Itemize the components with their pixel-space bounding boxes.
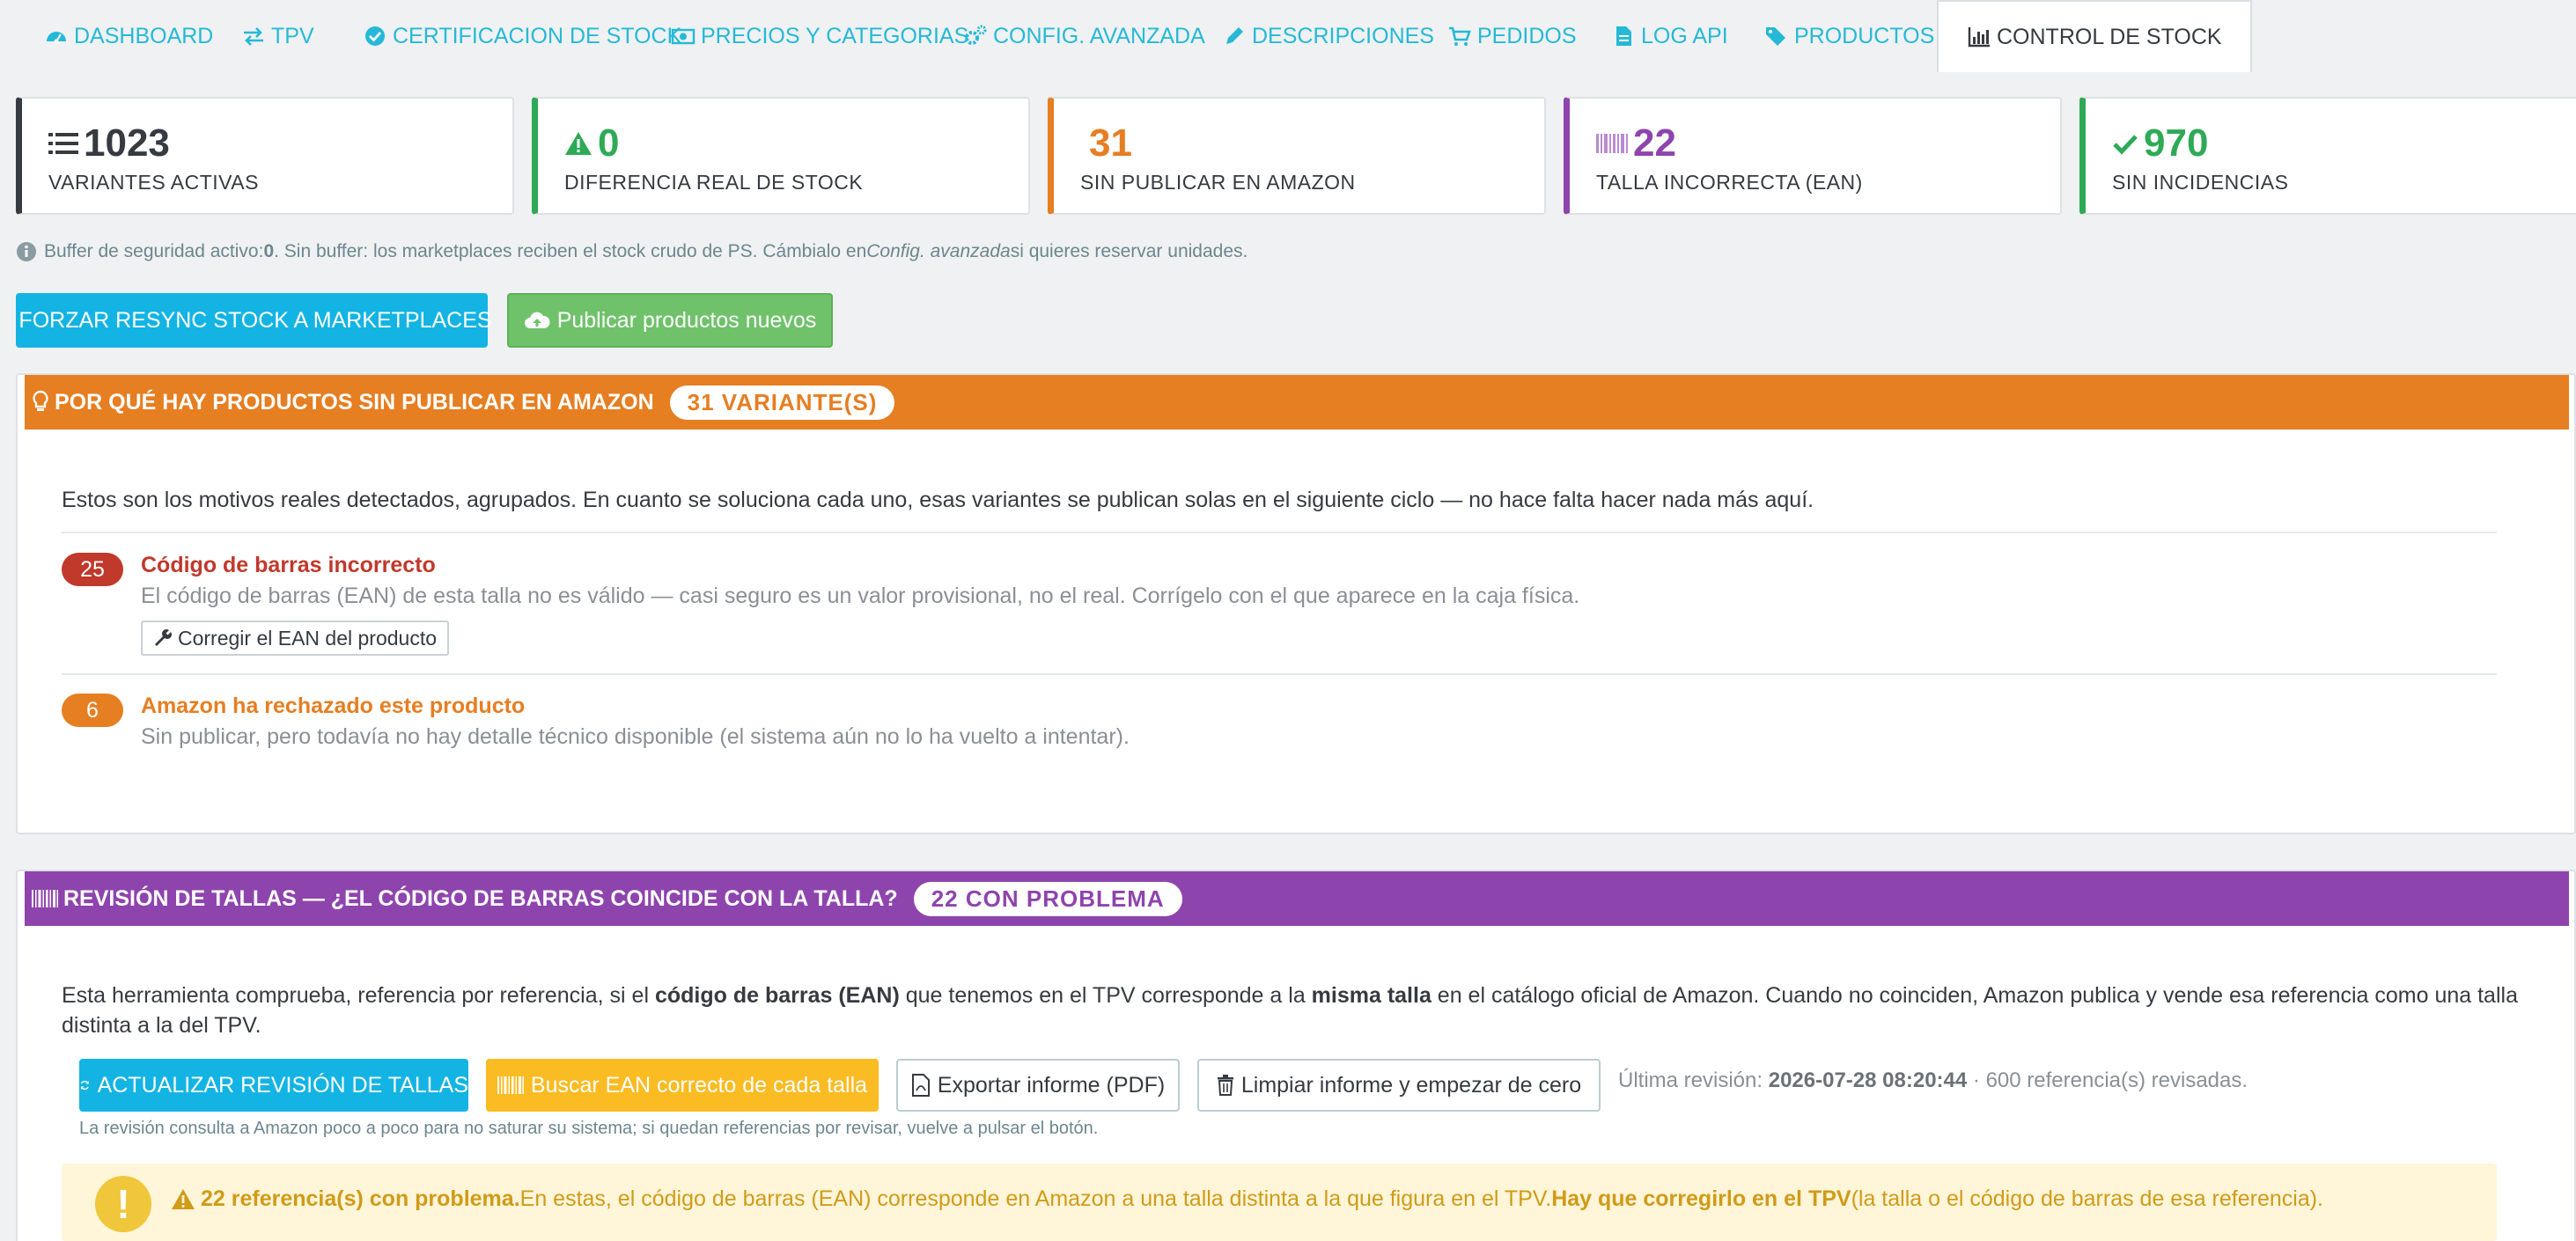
kpi-diferencia-stock: 0 DIFERENCIA REAL DE STOCK xyxy=(532,97,1030,215)
gears-icon xyxy=(965,25,987,45)
variant-count-badge: 31 VARIANTE(S) xyxy=(669,385,895,420)
kpi-label: SIN PUBLICAR EN AMAZON xyxy=(1080,171,1356,194)
barcode-icon xyxy=(1596,134,1628,153)
tab-descripciones[interactable]: DESCRIPCIONES xyxy=(1222,0,1434,72)
file-icon xyxy=(1616,26,1631,46)
lightbulb-icon xyxy=(33,390,48,411)
tab-label: LOG API xyxy=(1641,23,1728,48)
tab-label: CONFIG. AVANZADA xyxy=(993,23,1205,48)
kpi-label: DIFERENCIA REAL DE STOCK xyxy=(564,171,864,194)
problem-count-badge: 22 CON PROBLEMA xyxy=(913,881,1182,916)
panel-title: REVISIÓN DE TALLAS — ¿EL CÓDIGO DE BARRA… xyxy=(63,885,898,911)
kpi-value: 970 xyxy=(2144,121,2209,165)
kpi-value: 0 xyxy=(598,121,620,165)
unpublished-panel-header: POR QUÉ HAY PRODUCTOS SIN PUBLICAR EN AM… xyxy=(25,375,2569,430)
money-icon xyxy=(671,28,696,45)
refresh-icon xyxy=(80,1080,89,1090)
reason-count-badge: 25 xyxy=(62,553,123,586)
bar-chart-icon xyxy=(1968,27,1990,48)
tab-tpv[interactable]: TPV xyxy=(241,0,314,72)
check-circle-icon xyxy=(365,26,385,46)
tab-log-api[interactable]: LOG API xyxy=(1611,0,1728,72)
kpi-label: TALLA INCORRECTA (EAN) xyxy=(1596,171,1863,194)
clear-report-button[interactable]: Limpiar informe y empezar de cero xyxy=(1197,1059,1601,1112)
tab-pedidos[interactable]: PEDIDOS xyxy=(1447,0,1577,72)
kpi-variantes-activas: 1023 VARIANTES ACTIVAS xyxy=(16,97,514,215)
tab-label: CERTIFICACION DE STOCK xyxy=(393,23,682,48)
tab-precios[interactable]: PRECIOS Y CATEGORIAS xyxy=(671,0,968,72)
kpi-talla-incorrecta: 22 TALLA INCORRECTA (EAN) xyxy=(1564,97,2062,215)
kpi-sin-incidencias: 970 SIN INCIDENCIAS xyxy=(2079,97,2576,215)
force-resync-button[interactable]: FORZAR RESYNC STOCK A MARKETPLACES xyxy=(16,293,492,348)
tab-productos[interactable]: PRODUCTOS xyxy=(1764,0,1934,72)
search-ean-button[interactable]: Buscar EAN correcto de cada talla xyxy=(486,1059,879,1112)
wrench-icon xyxy=(155,629,172,646)
kpi-value: 22 xyxy=(1633,121,1676,165)
buffer-note: Buffer de seguridad activo: 0. Sin buffe… xyxy=(16,241,1248,262)
reason-count-badge: 6 xyxy=(62,694,123,727)
review-hint: La revisión consulta a Amazon poco a poc… xyxy=(79,1119,1099,1138)
tab-label: PRECIOS Y CATEGORIAS xyxy=(701,23,969,48)
problem-warning-alert: ! 22 referencia(s) con problema. En esta… xyxy=(62,1164,2497,1241)
config-avanzada-link[interactable]: Config. avanzada xyxy=(866,241,1010,262)
barcode-icon xyxy=(497,1076,524,1094)
warning-text: 22 referencia(s) con problema. En estas,… xyxy=(171,1186,2323,1212)
unpublished-intro: Estos son los motivos reales detectados,… xyxy=(62,488,1814,512)
list-icon xyxy=(48,133,78,154)
panel-title: POR QUÉ HAY PRODUCTOS SIN PUBLICAR EN AM… xyxy=(55,389,654,415)
divider xyxy=(62,532,2497,533)
nav-tabs: DASHBOARD TPV CERTIFICACION DE STOCK PRE… xyxy=(0,0,2576,72)
tab-control-stock[interactable]: CONTROL DE STOCK xyxy=(1937,0,2252,72)
tab-label: DESCRIPCIONES xyxy=(1252,23,1434,48)
pencil-icon xyxy=(1226,27,1243,44)
refresh-size-review-button[interactable]: ACTUALIZAR REVISIÓN DE TALLAS xyxy=(79,1059,468,1112)
reason-description: Sin publicar, pero todavía no hay detall… xyxy=(141,724,1130,749)
kpi-value: 31 xyxy=(1089,121,1132,165)
publish-new-products-button[interactable]: Publicar productos nuevos xyxy=(507,293,833,348)
check-icon xyxy=(2113,135,2138,155)
tab-label: DASHBOARD xyxy=(74,23,214,48)
warning-icon xyxy=(565,132,592,155)
export-pdf-button[interactable]: Exportar informe (PDF) xyxy=(896,1059,1180,1112)
tab-certificacion[interactable]: CERTIFICACION DE STOCK xyxy=(363,0,681,72)
reason-title: Amazon ha rechazado este producto xyxy=(141,694,526,718)
kpi-label: VARIANTES ACTIVAS xyxy=(48,171,259,194)
warning-icon xyxy=(172,1188,195,1209)
dashboard-icon xyxy=(47,32,66,44)
reason-description: El código de barras (EAN) de esta talla … xyxy=(141,584,1580,608)
cloud-upload-icon xyxy=(524,312,550,328)
pdf-file-icon xyxy=(911,1074,930,1097)
trash-icon xyxy=(1217,1075,1233,1096)
last-review-info: Última revisión: 2026-07-28 08:20:44 · 6… xyxy=(1618,1068,2248,1092)
tab-label: CONTROL DE STOCK xyxy=(1997,24,2222,49)
barcode-icon xyxy=(32,890,58,907)
tab-label: PEDIDOS xyxy=(1477,23,1577,48)
exclamation-icon: ! xyxy=(95,1176,151,1232)
tab-dashboard[interactable]: DASHBOARD xyxy=(44,0,213,72)
tab-label: PRODUCTOS xyxy=(1794,23,1935,48)
tab-label: TPV xyxy=(271,23,314,48)
reason-title: Código de barras incorrecto xyxy=(141,553,436,577)
fix-ean-button[interactable]: Corregir el EAN del producto xyxy=(141,620,450,656)
tags-icon xyxy=(1766,27,1785,46)
info-icon xyxy=(17,242,36,261)
cart-icon xyxy=(1449,26,1471,46)
exchange-icon xyxy=(244,27,263,46)
kpi-value: 1023 xyxy=(84,121,170,165)
size-review-intro: Esta herramienta comprueba, referencia p… xyxy=(62,983,2518,1038)
tab-config[interactable]: CONFIG. AVANZADA xyxy=(963,0,1205,72)
kpi-label: SIN INCIDENCIAS xyxy=(2112,171,2289,194)
kpi-sin-publicar: 31 SIN PUBLICAR EN AMAZON xyxy=(1048,97,1546,215)
divider xyxy=(62,673,2497,675)
size-review-header: REVISIÓN DE TALLAS — ¿EL CÓDIGO DE BARRA… xyxy=(25,871,2569,926)
